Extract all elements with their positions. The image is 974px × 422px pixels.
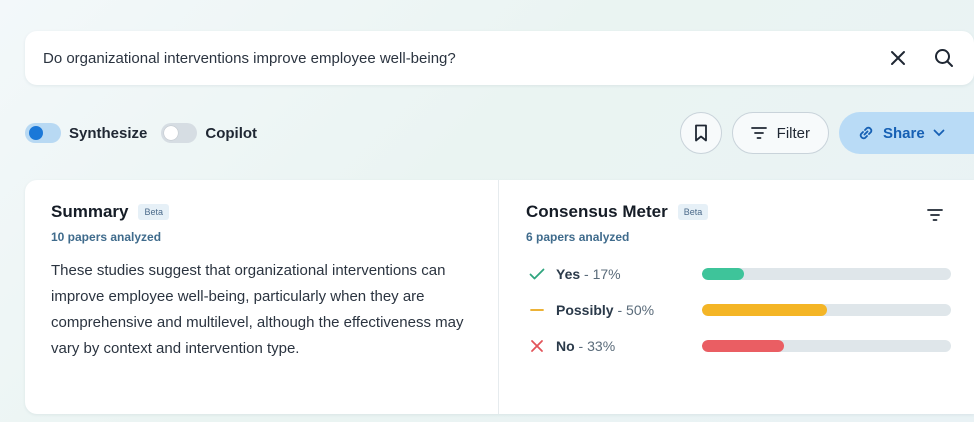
consensus-bar-track-no — [702, 340, 951, 352]
consensus-papers-count: 6 papers analyzed — [526, 230, 630, 244]
consensus-bar-possibly — [702, 304, 827, 316]
consensus-meter-panel: Consensus Meter Beta 6 papers analyzed Y… — [499, 180, 974, 414]
consensus-row-no: No - 33% — [526, 328, 951, 364]
synthesize-label: Synthesize — [69, 124, 148, 142]
search-icon[interactable] — [932, 46, 956, 70]
consensus-pct-no: 33% — [587, 338, 616, 354]
consensus-rows: Yes - 17% Possibly - 50% No - 33% — [526, 256, 951, 364]
summary-text: These studies suggest that organizationa… — [51, 262, 464, 357]
x-icon — [526, 339, 548, 353]
consensus-label-no: No — [556, 338, 575, 354]
consensus-bar-track-possibly — [702, 304, 951, 316]
bookmark-button[interactable] — [679, 112, 722, 154]
link-icon — [859, 126, 873, 140]
consensus-title: Consensus Meter — [526, 202, 668, 221]
bookmark-icon — [694, 124, 707, 142]
consensus-row-possibly: Possibly - 50% — [526, 292, 951, 328]
summary-panel: Summary Beta 10 papers analyzed These st… — [25, 180, 499, 414]
synthesize-toggle[interactable] — [25, 123, 61, 143]
consensus-pct-possibly: 50% — [626, 302, 655, 318]
copilot-toggle[interactable] — [161, 123, 198, 143]
close-icon[interactable] — [886, 46, 910, 70]
summary-title: Summary — [51, 202, 129, 221]
share-button[interactable]: Share — [839, 112, 974, 154]
meter-filter-icon[interactable] — [927, 208, 943, 227]
consensus-beta-badge: Beta — [677, 204, 709, 220]
consensus-bar-yes — [702, 268, 745, 280]
filter-button[interactable]: Filter — [731, 112, 829, 154]
dash-icon — [526, 308, 548, 312]
copilot-toggle-group[interactable]: Copilot — [161, 123, 257, 143]
consensus-pct-yes: 17% — [592, 266, 621, 282]
controls-row: Synthesize Copilot Filter Share — [25, 112, 974, 154]
consensus-row-yes: Yes - 17% — [526, 256, 951, 292]
copilot-label: Copilot — [205, 124, 258, 142]
consensus-label-yes: Yes — [556, 266, 581, 282]
summary-papers-count: 10 papers analyzed — [51, 230, 162, 244]
check-icon — [526, 268, 548, 280]
consensus-bar-track-yes — [702, 268, 951, 280]
filter-label: Filter — [776, 124, 810, 142]
search-bar[interactable]: Do organizational interventions improve … — [25, 31, 974, 85]
consensus-bar-no — [702, 340, 785, 352]
filter-icon — [750, 127, 767, 139]
share-label: Share — [883, 124, 925, 142]
synthesize-toggle-group[interactable]: Synthesize — [25, 123, 147, 143]
chevron-down-icon — [933, 129, 945, 137]
search-input[interactable]: Do organizational interventions improve … — [43, 50, 886, 67]
consensus-label-possibly: Possibly — [556, 302, 614, 318]
results-card: Summary Beta 10 papers analyzed These st… — [25, 180, 974, 414]
summary-beta-badge: Beta — [138, 204, 169, 220]
